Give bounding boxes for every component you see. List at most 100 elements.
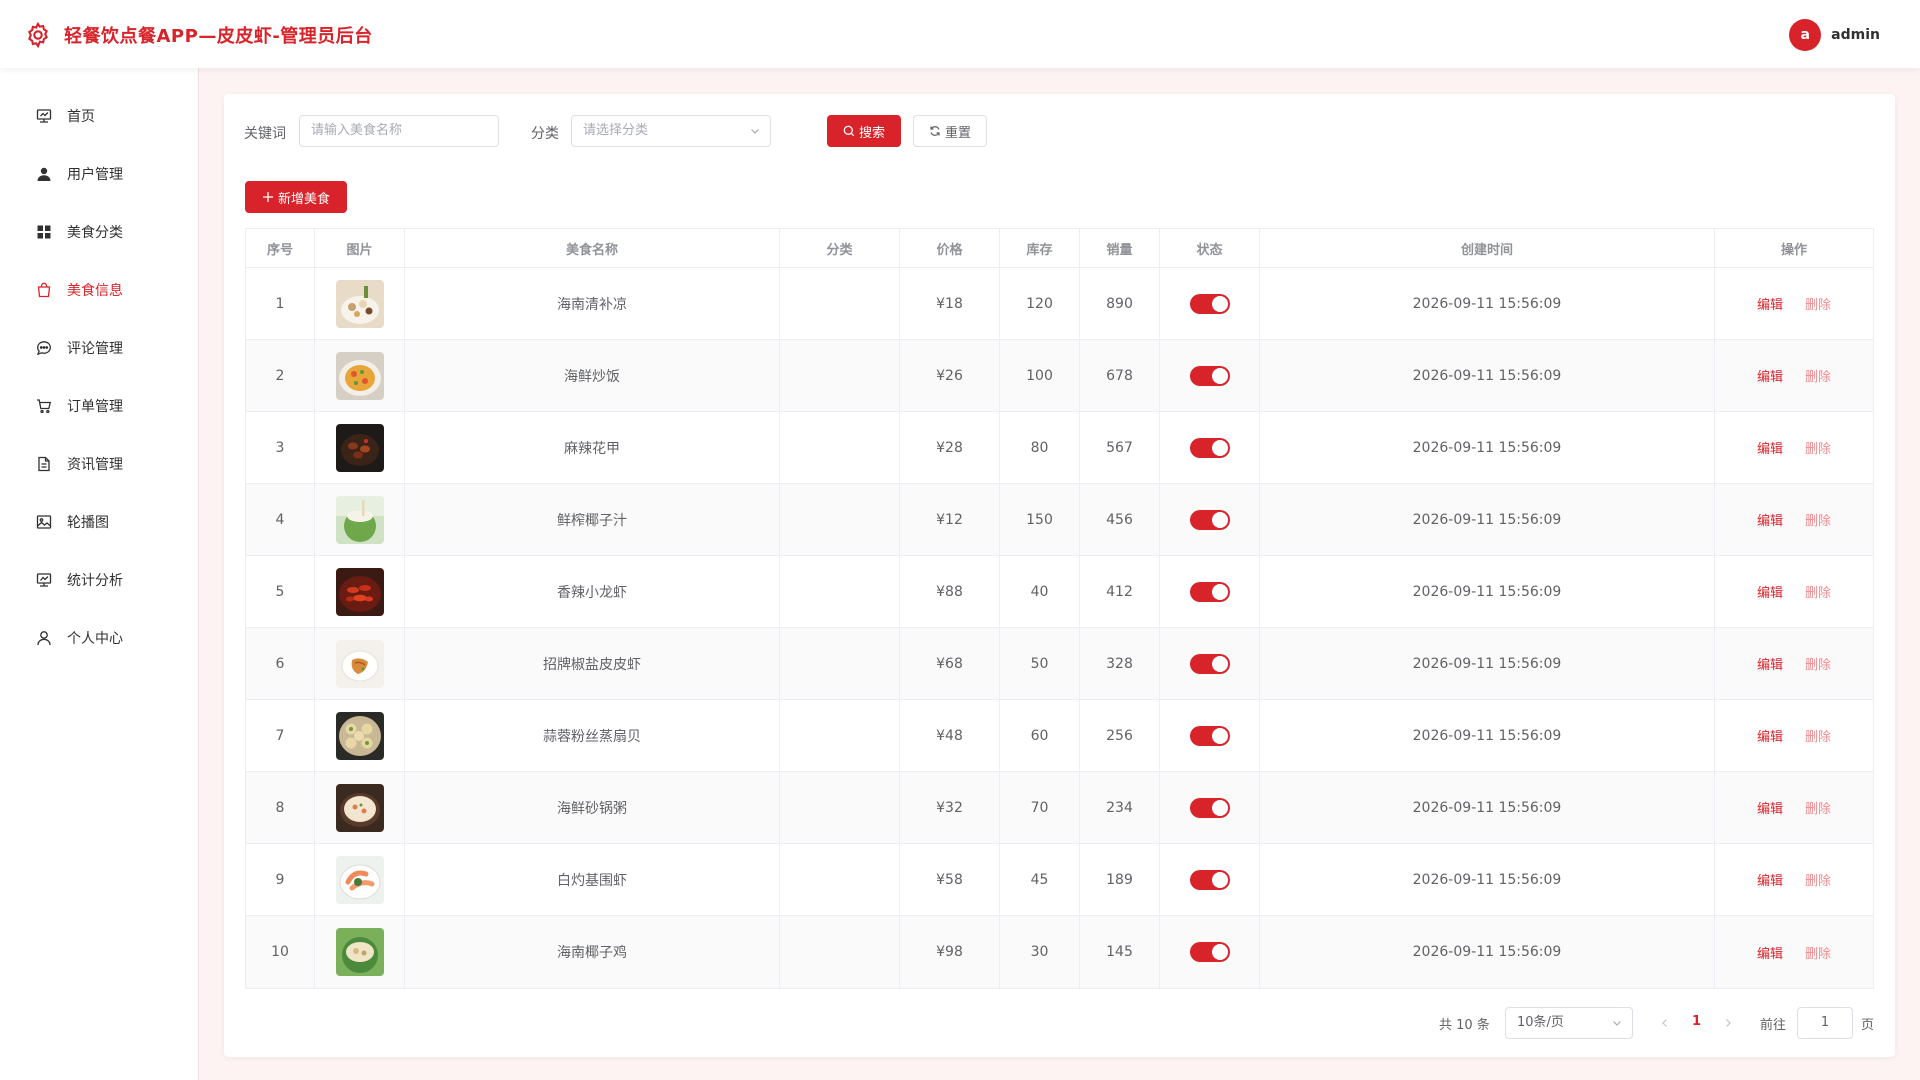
username[interactable]: admin <box>1831 27 1880 43</box>
actions-cell: 编辑 删除 <box>1715 916 1873 988</box>
food-thumbnail[interactable] <box>335 495 384 544</box>
food-category <box>780 340 900 411</box>
status-toggle[interactable] <box>1189 725 1230 746</box>
food-thumbnail[interactable] <box>335 351 384 400</box>
table-row: 4 鲜榨椰子汁 ¥12 150 456 2026-09-11 15:56:09 … <box>246 484 1873 556</box>
category-label: 分类 <box>531 126 559 142</box>
actions-cell: 编辑 删除 <box>1715 268 1873 339</box>
status-toggle[interactable] <box>1189 509 1230 530</box>
delete-button[interactable]: 删除 <box>1805 294 1831 313</box>
status-toggle[interactable] <box>1189 365 1230 386</box>
edit-button[interactable]: 编辑 <box>1757 943 1783 962</box>
sidebar-item-food-info[interactable]: 美食信息 <box>0 261 199 319</box>
delete-button[interactable]: 删除 <box>1805 654 1831 673</box>
status-cell <box>1160 412 1260 483</box>
food-price: ¥48 <box>900 700 1000 771</box>
column-header: 操作 <box>1780 242 1807 258</box>
sidebar-item-label: 轮播图 <box>67 515 109 531</box>
column-header: 序号 <box>246 229 315 267</box>
table-row: 8 海鲜砂锅粥 ¥32 70 234 2026-09-11 15:56:09 编… <box>246 772 1873 844</box>
food-category <box>780 412 900 483</box>
sidebar-item-home[interactable]: 首页 <box>0 87 199 145</box>
status-toggle[interactable] <box>1189 293 1230 314</box>
row-index: 2 <box>246 340 315 411</box>
food-thumbnail[interactable] <box>335 783 384 832</box>
toggle-knob <box>1211 655 1228 672</box>
status-toggle[interactable] <box>1189 869 1230 890</box>
food-sales: 567 <box>1080 412 1160 483</box>
edit-button[interactable]: 编辑 <box>1757 438 1783 457</box>
person-icon <box>35 629 53 647</box>
delete-button[interactable]: 删除 <box>1805 870 1831 889</box>
edit-button[interactable]: 编辑 <box>1757 366 1783 385</box>
food-thumbnail[interactable] <box>335 567 384 616</box>
sidebar-item-news[interactable]: 资讯管理 <box>0 435 199 493</box>
food-thumbnail[interactable] <box>335 279 384 328</box>
status-cell <box>1160 268 1260 339</box>
user-icon <box>35 165 53 183</box>
sidebar-item-profile[interactable]: 个人中心 <box>0 609 199 667</box>
status-toggle[interactable] <box>1189 797 1230 818</box>
sidebar-item-food-category[interactable]: 美食分类 <box>0 203 199 261</box>
sidebar-item-statistics[interactable]: 统计分析 <box>0 551 199 609</box>
delete-button[interactable]: 删除 <box>1805 438 1831 457</box>
sidebar: 首页 用户管理 美食分类 美食信息 评论管理 订单管理 资讯管理 轮播图 统计分… <box>0 68 199 1080</box>
food-image-cell <box>315 844 405 915</box>
table-row: 1 海南清补凉 ¥18 120 890 2026-09-11 15:56:09 … <box>246 268 1873 340</box>
avatar[interactable]: a <box>1789 19 1822 51</box>
row-index: 7 <box>246 700 315 771</box>
toggle-knob <box>1211 871 1228 888</box>
status-toggle[interactable] <box>1189 653 1230 674</box>
delete-button[interactable]: 删除 <box>1805 366 1831 385</box>
sidebar-item-label: 首页 <box>67 109 95 125</box>
food-thumbnail[interactable] <box>335 928 384 976</box>
delete-button[interactable]: 删除 <box>1805 798 1831 817</box>
search-icon <box>843 125 855 137</box>
edit-button[interactable]: 编辑 <box>1757 510 1783 529</box>
edit-button[interactable]: 编辑 <box>1757 798 1783 817</box>
edit-button[interactable]: 编辑 <box>1757 870 1783 889</box>
edit-button[interactable]: 编辑 <box>1757 582 1783 601</box>
goto-page-input[interactable]: 1 <box>1797 1007 1853 1039</box>
gear-icon <box>28 21 48 49</box>
actions-cell: 编辑 删除 <box>1715 484 1873 555</box>
toggle-knob <box>1211 511 1228 528</box>
chevron-left-icon[interactable] <box>1660 1018 1670 1028</box>
cart-icon <box>35 397 53 415</box>
food-thumbnail[interactable] <box>335 639 384 688</box>
food-category <box>780 268 900 339</box>
edit-button[interactable]: 编辑 <box>1757 726 1783 745</box>
chevron-right-icon[interactable] <box>1723 1018 1733 1028</box>
keyword-label: 关键词 <box>244 126 286 142</box>
delete-button[interactable]: 删除 <box>1805 510 1831 529</box>
status-toggle[interactable] <box>1189 581 1230 602</box>
reset-button[interactable]: 重置 <box>913 115 987 147</box>
sidebar-item-orders[interactable]: 订单管理 <box>0 377 199 435</box>
food-thumbnail[interactable] <box>335 423 384 472</box>
food-name: 麻辣花甲 <box>405 412 780 483</box>
food-thumbnail[interactable] <box>335 711 384 760</box>
keyword-input[interactable]: 请输入美食名称 <box>299 115 499 147</box>
sidebar-item-users[interactable]: 用户管理 <box>0 145 199 203</box>
user-menu[interactable]: a admin <box>1789 19 1880 51</box>
row-index: 8 <box>246 772 315 843</box>
status-toggle[interactable] <box>1189 437 1230 458</box>
edit-button[interactable]: 编辑 <box>1757 294 1783 313</box>
sidebar-item-comments[interactable]: 评论管理 <box>0 319 199 377</box>
category-select[interactable]: 请选择分类 <box>571 115 771 147</box>
page-number-current[interactable]: 1 <box>1692 1014 1701 1029</box>
page-size-select[interactable]: 10条/页 <box>1505 1007 1633 1039</box>
delete-button[interactable]: 删除 <box>1805 943 1831 962</box>
created-time: 2026-09-11 15:56:09 <box>1260 484 1715 555</box>
search-button[interactable]: 搜索 <box>827 115 901 147</box>
food-thumbnail[interactable] <box>335 855 384 904</box>
delete-button[interactable]: 删除 <box>1805 582 1831 601</box>
edit-button[interactable]: 编辑 <box>1757 654 1783 673</box>
add-food-button[interactable]: 新增美食 <box>245 181 347 213</box>
status-toggle[interactable] <box>1189 942 1230 962</box>
food-category <box>780 628 900 699</box>
table-row: 5 香辣小龙虾 ¥88 40 412 2026-09-11 15:56:09 编… <box>246 556 1873 628</box>
sidebar-item-carousel[interactable]: 轮播图 <box>0 493 199 551</box>
food-sales: 412 <box>1080 556 1160 627</box>
delete-button[interactable]: 删除 <box>1805 726 1831 745</box>
